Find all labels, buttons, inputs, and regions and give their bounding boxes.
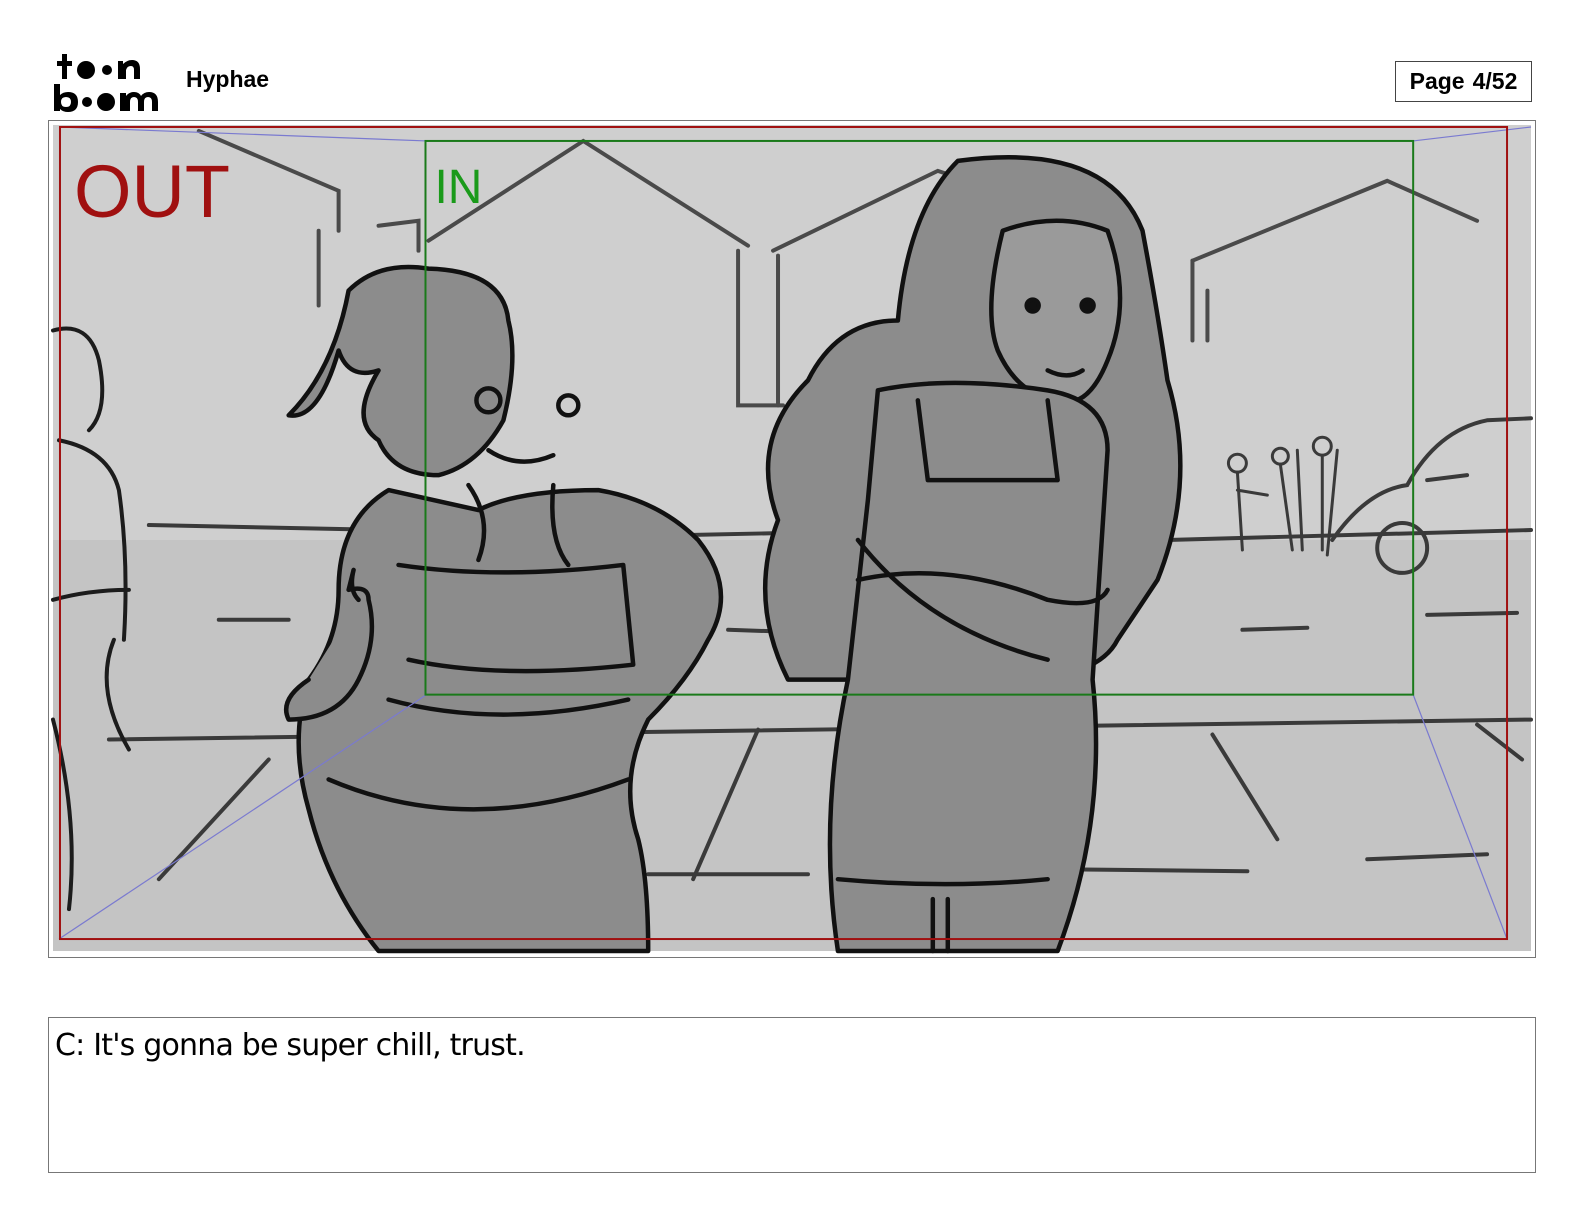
- page-indicator: Page 4/52: [1395, 61, 1532, 102]
- page-number: 4/52: [1472, 68, 1518, 94]
- in-label: IN: [434, 161, 482, 214]
- project-title: Hyphae: [186, 66, 270, 92]
- out-label: OUT: [74, 150, 230, 233]
- dialogue-box: C: It's gonna be super chill, trust.: [48, 1017, 1536, 1173]
- page-label: Page: [1409, 68, 1465, 94]
- storyboard-panel: OUT IN: [48, 120, 1536, 958]
- panel-sketch: OUT IN: [50, 124, 1534, 954]
- dialogue-text: C: It's gonna be super chill, trust.: [55, 1028, 526, 1063]
- toonboom-logo: [54, 54, 158, 112]
